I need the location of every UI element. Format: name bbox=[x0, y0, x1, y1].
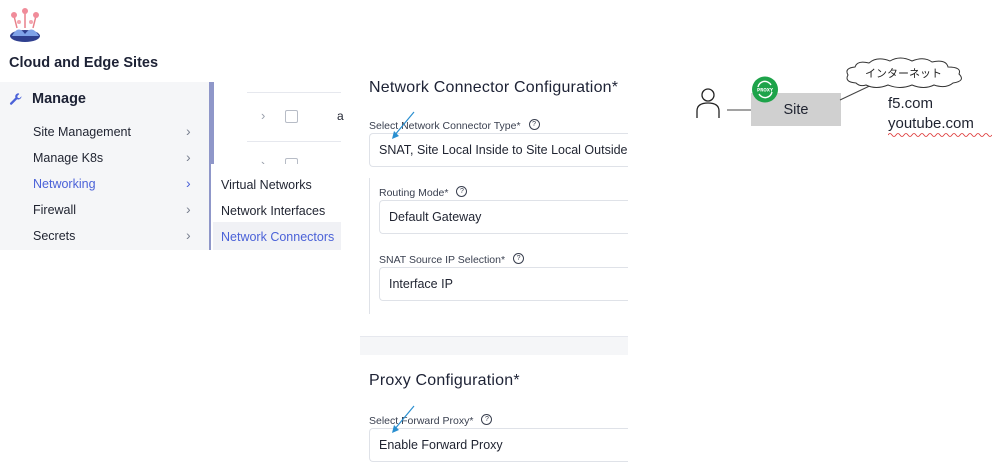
internet-label: インターネット bbox=[865, 68, 942, 80]
list-item-text: a bbox=[337, 109, 344, 123]
snat-source-value: Interface IP bbox=[389, 277, 453, 291]
routing-mode-label: Routing Mode* bbox=[379, 187, 449, 199]
connection-line bbox=[727, 109, 753, 111]
row-checkbox[interactable] bbox=[285, 110, 298, 123]
user-icon bbox=[696, 88, 720, 118]
help-icon[interactable]: ? bbox=[513, 253, 525, 265]
sidebar-item-label: Firewall bbox=[33, 203, 77, 217]
submenu-item-network-connectors[interactable]: Network Connectors bbox=[221, 230, 334, 244]
list-divider bbox=[247, 92, 341, 93]
sidebar-item-label: Site Management bbox=[33, 125, 131, 139]
destination-label: f5.com bbox=[888, 95, 934, 112]
connector-type-value: SNAT, Site Local Inside to Site Local Ou… bbox=[379, 143, 628, 157]
chevron-right-icon: › bbox=[186, 227, 191, 243]
submenu-item-network-interfaces[interactable]: Network Interfaces bbox=[221, 204, 325, 218]
annotation-arrow-icon bbox=[392, 405, 415, 433]
sidebar-item-secrets[interactable]: Secrets › bbox=[33, 227, 203, 247]
forward-proxy-value: Enable Forward Proxy bbox=[379, 438, 503, 452]
chevron-right-icon[interactable]: › bbox=[261, 108, 265, 123]
sidebar-item-manage-k8s[interactable]: Manage K8s › bbox=[33, 149, 203, 169]
proxy-section-title: Proxy Configuration* bbox=[369, 372, 520, 389]
snat-source-select[interactable]: Interface IP bbox=[379, 267, 628, 301]
network-connector-section-title: Network Connector Configuration* bbox=[369, 79, 619, 96]
chevron-right-icon: › bbox=[186, 149, 191, 165]
forward-proxy-label: Select Forward Proxy* bbox=[369, 415, 474, 427]
chevron-right-icon: › bbox=[186, 201, 191, 217]
help-icon[interactable]: ? bbox=[481, 414, 493, 426]
spellcheck-underline bbox=[888, 133, 992, 137]
wrench-icon bbox=[9, 93, 22, 105]
sidebar-item-label: Networking bbox=[33, 177, 96, 191]
annotation-arrow-icon bbox=[392, 111, 415, 139]
routing-mode-select[interactable]: Default Gateway bbox=[379, 200, 628, 234]
help-icon[interactable]: ? bbox=[528, 119, 540, 131]
cloud-edge-logo-icon bbox=[10, 8, 40, 42]
site-label: Site bbox=[783, 102, 809, 118]
nav-section-manage[interactable]: Manage bbox=[9, 90, 86, 108]
list-divider bbox=[247, 141, 341, 142]
nested-group-rule bbox=[369, 178, 370, 314]
sidebar-item-networking[interactable]: Networking › bbox=[33, 175, 203, 195]
proxy-icon: PROXY bbox=[752, 76, 778, 103]
routing-mode-label-row: Routing Mode*? bbox=[379, 183, 468, 201]
chevron-right-icon: › bbox=[186, 123, 191, 139]
sidebar-item-label: Manage K8s bbox=[33, 151, 104, 165]
snat-source-label-row: SNAT Source IP Selection*? bbox=[379, 250, 525, 268]
app-title: Cloud and Edge Sites bbox=[9, 55, 159, 71]
submenu-item-virtual-networks[interactable]: Virtual Networks bbox=[221, 178, 312, 192]
routing-mode-value: Default Gateway bbox=[389, 210, 482, 224]
sidebar-item-site-management[interactable]: Site Management › bbox=[33, 123, 203, 143]
sidebar-item-label: Secrets bbox=[33, 229, 76, 243]
chevron-right-icon: › bbox=[186, 175, 191, 191]
destination-label: youtube.com bbox=[888, 115, 974, 132]
section-gap bbox=[360, 337, 628, 355]
nav-section-label: Manage bbox=[32, 91, 86, 107]
snat-source-label: SNAT Source IP Selection* bbox=[379, 254, 506, 266]
proxy-badge-text: PROXY bbox=[757, 88, 774, 93]
sidebar-item-firewall[interactable]: Firewall › bbox=[33, 201, 203, 221]
help-icon[interactable]: ? bbox=[456, 186, 468, 198]
